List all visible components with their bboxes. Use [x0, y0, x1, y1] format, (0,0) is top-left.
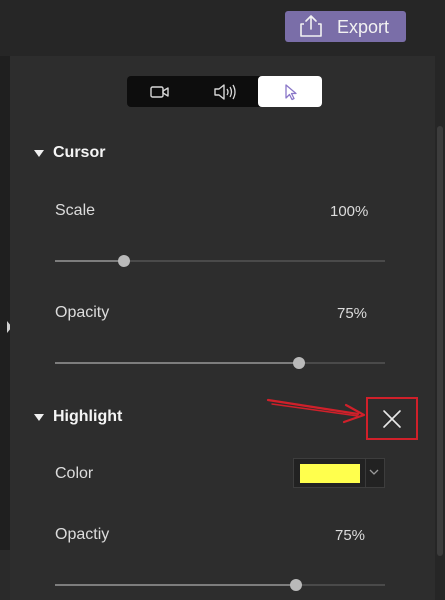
scrollbar[interactable]: [435, 56, 445, 600]
remove-highlight-button[interactable]: [366, 397, 418, 440]
scale-slider[interactable]: [55, 254, 385, 268]
tab-video[interactable]: [127, 76, 192, 107]
cursor-opacity-value: 75%: [337, 305, 368, 322]
top-bar: Export: [0, 0, 445, 56]
chevron-down-icon: [369, 469, 379, 475]
tab-cursor[interactable]: [258, 76, 322, 107]
scale-label: Scale: [55, 202, 96, 219]
cursor-opacity-slider[interactable]: [55, 356, 385, 370]
highlight-section-title: Highlight: [53, 408, 123, 425]
close-icon: [383, 409, 401, 428]
highlight-opacity-value: 75%: [335, 527, 366, 544]
highlight-opacity-label: Opactiy: [55, 526, 110, 543]
annotation-arrow: [266, 398, 366, 424]
scale-value: 100%: [330, 203, 369, 220]
highlight-section-header[interactable]: Highlight: [34, 408, 122, 426]
export-button[interactable]: Export: [285, 11, 406, 42]
slider-fill: [55, 362, 300, 364]
slider-knob[interactable]: [293, 357, 306, 369]
cursor-pointer-icon: [284, 83, 297, 100]
export-label: Export: [337, 17, 390, 37]
slider-fill: [55, 260, 125, 262]
dropdown-divider: [365, 459, 366, 487]
left-sidebar-edge: [0, 56, 12, 550]
mode-tabs: [127, 76, 322, 107]
color-label: Color: [55, 465, 94, 482]
video-camera-icon: [149, 85, 169, 98]
cursor-section-header[interactable]: Cursor: [34, 144, 105, 162]
properties-panel: [10, 56, 435, 600]
collapse-triangle-icon: [34, 413, 44, 421]
highlight-opacity-slider[interactable]: [55, 578, 385, 592]
cursor-opacity-label: Opacity: [55, 304, 110, 321]
scrollbar-thumb[interactable]: [437, 126, 443, 556]
speaker-icon: [213, 83, 236, 100]
tab-audio[interactable]: [192, 76, 257, 107]
slider-fill: [55, 584, 296, 586]
slider-knob[interactable]: [289, 579, 302, 591]
collapse-triangle-icon: [34, 149, 44, 157]
slider-knob[interactable]: [118, 255, 131, 267]
color-swatch: [300, 464, 360, 483]
share-upload-icon: [300, 15, 322, 37]
cursor-section-title: Cursor: [53, 144, 106, 161]
color-picker-dropdown[interactable]: [293, 458, 385, 488]
